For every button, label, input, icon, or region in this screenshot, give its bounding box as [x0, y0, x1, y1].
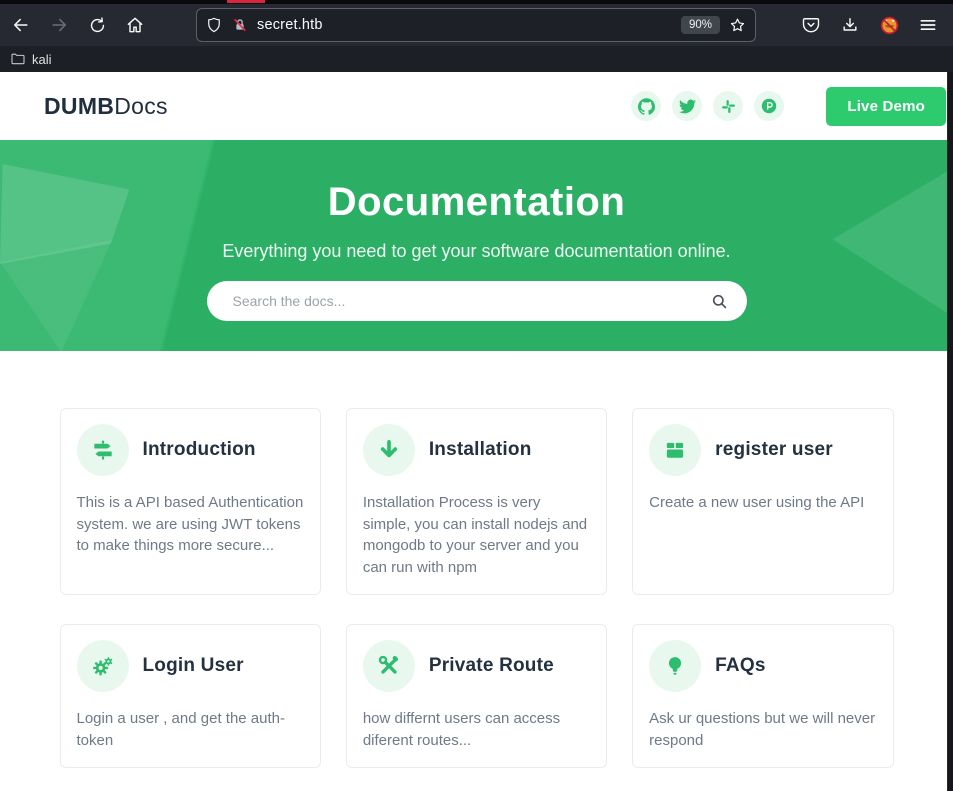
social-slack-button[interactable]	[713, 91, 743, 121]
social-github-button[interactable]	[631, 91, 661, 121]
url-text[interactable]: secret.htb	[257, 17, 673, 33]
folder-icon	[10, 51, 26, 67]
live-demo-button[interactable]: Live Demo	[826, 87, 946, 126]
url-bar[interactable]: secret.htb 90%	[196, 8, 756, 42]
card-icon-circle	[77, 640, 129, 692]
extension-icon	[879, 15, 900, 36]
card-icon-circle	[649, 424, 701, 476]
search-icon	[710, 292, 729, 311]
tracking-shield-icon[interactable]	[205, 16, 223, 34]
tools-icon	[376, 653, 402, 679]
reload-button[interactable]	[86, 14, 108, 36]
back-icon	[11, 15, 31, 35]
home-button[interactable]	[124, 14, 146, 36]
web-page: DUMBDocs Live Demo	[0, 72, 953, 791]
bookmark-star-icon[interactable]	[728, 16, 747, 35]
browser-toolbar: secret.htb 90%	[0, 4, 953, 46]
card-title: Private Route	[429, 655, 554, 677]
social-links	[631, 91, 784, 121]
logo-rest: Docs	[114, 93, 168, 119]
page-scrollbar[interactable]	[947, 72, 953, 791]
container-tab-indicator	[227, 0, 265, 3]
logo-bold: DUMB	[44, 93, 114, 119]
card-register-user[interactable]: register user Create a new user using th…	[632, 408, 893, 595]
site-logo[interactable]: DUMBDocs	[44, 93, 168, 120]
hero-title: Documentation	[0, 140, 953, 224]
slack-icon	[720, 98, 737, 115]
bookmarks-bar: kali	[0, 46, 953, 72]
forward-button[interactable]	[48, 14, 70, 36]
card-installation[interactable]: Installation Installation Process is ver…	[346, 408, 607, 595]
site-header: DUMBDocs Live Demo	[0, 72, 953, 140]
card-icon-circle	[77, 424, 129, 476]
menu-icon	[918, 15, 938, 35]
card-body: Installation Process is very simple, you…	[363, 492, 590, 578]
bookmark-item-kali[interactable]: kali	[32, 52, 52, 67]
card-icon-circle	[363, 640, 415, 692]
card-login-user[interactable]: Login User Login a user , and get the au…	[60, 624, 321, 768]
pocket-button[interactable]	[800, 14, 822, 36]
twitter-icon	[679, 98, 696, 115]
card-title: FAQs	[715, 655, 765, 677]
browser-window: secret.htb 90% kali DUMBDocs	[0, 0, 953, 791]
hero-section: Documentation Everything you need to get…	[0, 140, 953, 351]
card-icon-circle	[363, 424, 415, 476]
card-body: Create a new user using the API	[649, 492, 876, 514]
docs-search	[207, 281, 747, 321]
zoom-level-badge[interactable]: 90%	[681, 16, 720, 34]
download-button[interactable]	[839, 14, 861, 36]
card-introduction[interactable]: Introduction This is a API based Authent…	[60, 408, 321, 595]
card-title: register user	[715, 439, 833, 461]
pocket-icon	[801, 15, 821, 35]
insecure-lock-icon[interactable]	[231, 16, 249, 34]
forward-icon	[49, 15, 69, 35]
menu-button[interactable]	[917, 14, 939, 36]
signpost-icon	[90, 437, 116, 463]
card-title: Installation	[429, 439, 532, 461]
back-button[interactable]	[10, 14, 32, 36]
social-product-hunt-button[interactable]	[754, 91, 784, 121]
card-icon-circle	[649, 640, 701, 692]
gears-icon	[90, 653, 116, 679]
product-hunt-icon	[760, 97, 778, 115]
card-private-route[interactable]: Private Route how differnt users can acc…	[346, 624, 607, 768]
home-icon	[125, 15, 145, 35]
search-input[interactable]	[233, 293, 710, 309]
social-twitter-button[interactable]	[672, 91, 702, 121]
tab-strip	[0, 0, 953, 4]
github-icon	[638, 98, 655, 115]
arrow-down-icon	[376, 437, 402, 463]
card-title: Login User	[143, 655, 244, 677]
download-icon	[840, 15, 860, 35]
lightbulb-icon	[662, 653, 688, 679]
card-body: how differnt users can access diferent r…	[363, 708, 590, 751]
box-icon	[662, 437, 688, 463]
hero-subtitle: Everything you need to get your software…	[0, 241, 953, 262]
card-body: This is a API based Authentication syste…	[77, 492, 304, 557]
cards-grid: Introduction This is a API based Authent…	[60, 408, 894, 768]
card-faqs[interactable]: FAQs Ask ur questions but we will never …	[632, 624, 893, 768]
card-title: Introduction	[143, 439, 256, 461]
card-body: Login a user , and get the auth-token	[77, 708, 304, 751]
card-body: Ask ur questions but we will never respo…	[649, 708, 876, 751]
reload-icon	[88, 16, 107, 35]
extension-button[interactable]	[878, 14, 900, 36]
